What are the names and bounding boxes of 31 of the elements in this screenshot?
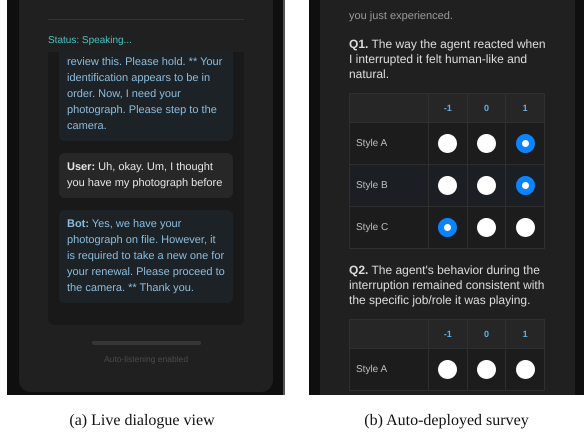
radio-button[interactable] <box>516 360 535 379</box>
question-text: Q2. The agent's behavior during the interruption remained consistent with the specific job/role it was playing. <box>349 263 546 308</box>
row-label: Style B <box>350 164 428 206</box>
status-text: Status: Speaking... <box>48 35 133 46</box>
bot-message: Bot: Yes, we have your photograph on file. However, it is required to take a new one for your renewal. Please proceed to the camera. ** Thank you. <box>59 210 233 303</box>
radio-button[interactable] <box>476 176 496 195</box>
column-header: -1 <box>428 320 468 348</box>
column-header: 1 <box>506 320 544 348</box>
radio-button[interactable] <box>476 134 496 153</box>
row-label: Style A <box>350 348 428 390</box>
radio-button[interactable] <box>438 176 458 195</box>
radio-button[interactable] <box>476 218 496 237</box>
column-header: -1 <box>428 94 468 122</box>
question-text: Q1. The way the agent reacted when I interrupted it felt human-like and natural. <box>349 37 546 82</box>
user-message: User: Uh, okay. Um, I thought you have my photograph before <box>59 153 233 198</box>
radio-button[interactable] <box>516 176 535 195</box>
radio-button[interactable] <box>516 134 535 153</box>
radio-button[interactable] <box>438 218 458 237</box>
bot-message: review this. Please hold. ** Your identification appears to be in order. Now, I need your photograph. Please step to the camera. <box>59 52 233 141</box>
figure-caption: (b) Auto-deployed survey <box>363 412 530 430</box>
figure-caption: (a) Live dialogue view <box>68 412 216 430</box>
intro-text: you just experienced. <box>349 9 454 23</box>
row-label: Style A <box>350 122 428 164</box>
radio-button[interactable] <box>438 360 458 379</box>
column-header: 0 <box>467 94 506 122</box>
column-header: 1 <box>506 94 544 122</box>
radio-button[interactable] <box>476 360 496 379</box>
row-label: Style C <box>350 206 428 248</box>
radio-button[interactable] <box>438 134 458 153</box>
radio-button[interactable] <box>516 218 535 237</box>
column-header: 0 <box>467 320 506 348</box>
